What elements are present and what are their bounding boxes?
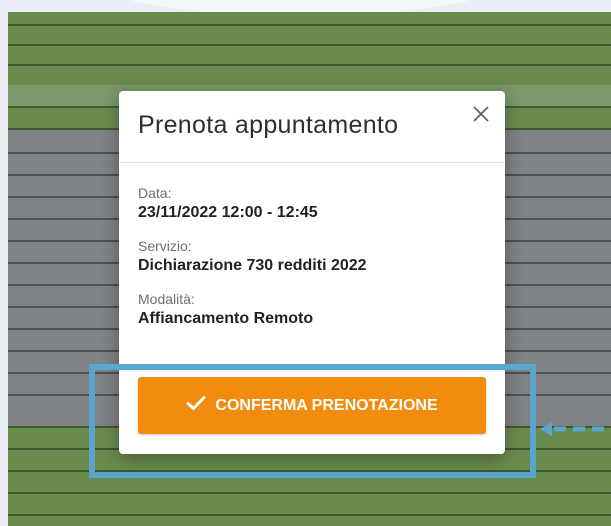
modal-header: Prenota appuntamento	[119, 91, 505, 163]
date-label: Data:	[138, 185, 172, 201]
service-label: Servizio:	[138, 238, 192, 254]
dashed-arrow-icon	[540, 422, 611, 436]
date-value: 23/11/2022 12:00 - 12:45	[138, 204, 318, 221]
modal-body: Data: 23/11/2022 12:00 - 12:45 Servizio:…	[119, 163, 505, 328]
mode-value: Affiancamento Remoto	[138, 310, 314, 327]
service-value: Dichiarazione 730 redditi 2022	[138, 257, 367, 274]
highlight-box	[89, 364, 536, 478]
modal-title: Prenota appuntamento	[138, 111, 399, 139]
close-icon[interactable]	[470, 103, 492, 125]
mode-label: Modalità:	[138, 291, 195, 307]
